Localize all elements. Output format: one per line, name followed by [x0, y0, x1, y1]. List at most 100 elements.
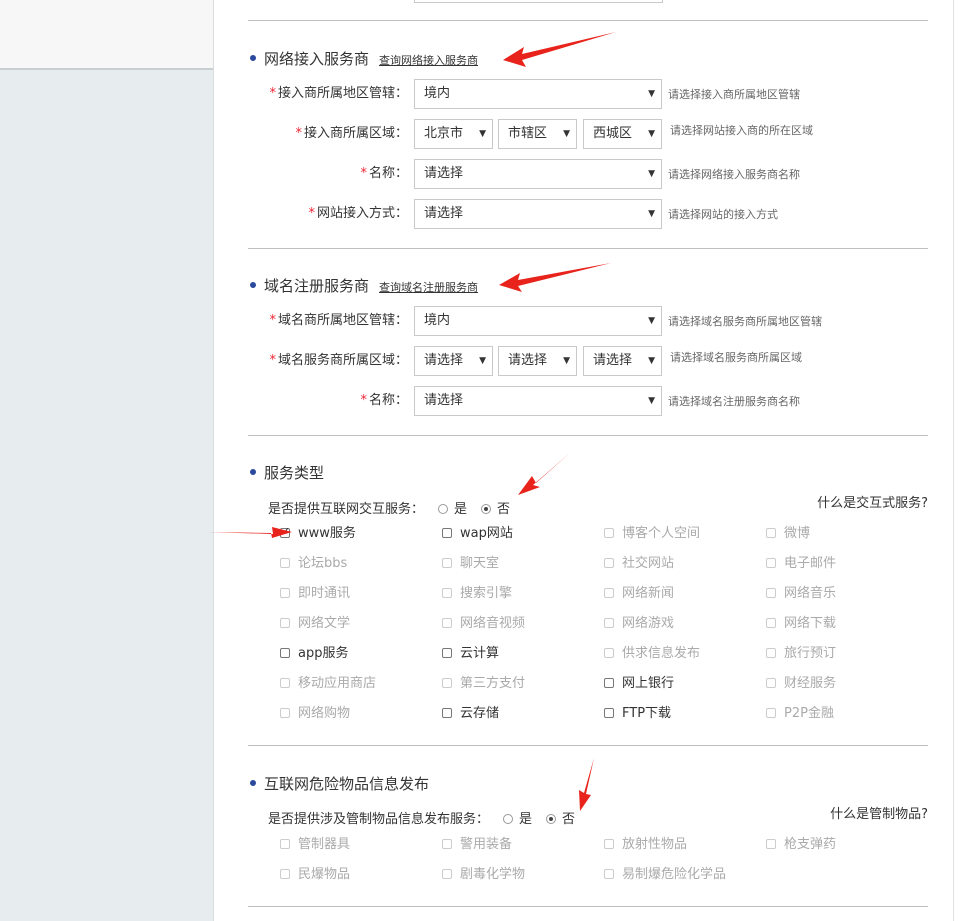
yes-radio[interactable] — [438, 503, 449, 514]
service-type-checkbox[interactable]: 云存储 — [442, 702, 499, 721]
service-type-checkbox[interactable]: www服务 — [280, 522, 356, 541]
what-is-controlled-link[interactable]: 什么是管制物品? — [830, 803, 928, 822]
checkbox-box — [766, 647, 776, 658]
checkbox-box — [280, 617, 290, 628]
isp-name-select[interactable]: 请选择 ▼ — [414, 159, 662, 189]
bullet-icon — [250, 468, 256, 475]
checkbox-label: P2P金融 — [784, 706, 834, 721]
service-type-checkbox[interactable]: wap网站 — [442, 522, 513, 541]
checkbox-box — [442, 587, 452, 598]
checkbox-label: 剧毒化学物 — [460, 867, 526, 882]
checkbox-box — [604, 677, 614, 688]
service-type-checkbox: 网络新闻 — [604, 582, 674, 601]
checkbox-box — [442, 647, 452, 658]
right-divider — [953, 0, 954, 921]
checkbox-label: 网络购物 — [298, 706, 351, 721]
checkbox-label: 微博 — [784, 526, 811, 541]
service-type-checkbox: 即时通讯 — [280, 582, 350, 601]
checkbox-label: wap网站 — [460, 526, 513, 541]
divider — [248, 435, 928, 436]
service-type-checkbox: 微博 — [766, 522, 810, 541]
query-isp-link[interactable]: 查询网络接入服务商 — [379, 54, 478, 67]
checkbox-label: 网上银行 — [622, 676, 675, 691]
domain-region-label: * 域名商所属地区管辖： — [269, 313, 408, 328]
yes-radio[interactable] — [503, 813, 514, 824]
isp-name-hint: 请选择网络接入服务商名称 — [668, 168, 800, 181]
no-radio[interactable] — [481, 503, 492, 514]
checkbox-box — [442, 617, 452, 628]
divider — [248, 20, 928, 21]
domain-region-select[interactable]: 境内 ▼ — [414, 306, 662, 336]
isp-province-select[interactable]: 北京市 ▼ — [414, 119, 493, 149]
checkbox-box — [766, 617, 776, 628]
domain-area-label: * 域名服务商所属区域： — [269, 353, 408, 368]
service-type-checkbox: 网络购物 — [280, 702, 350, 721]
service-type-checkbox: 博客个人空间 — [604, 522, 700, 541]
service-type-checkbox[interactable]: FTP下载 — [604, 702, 671, 721]
caret-down-icon: ▼ — [648, 209, 655, 219]
left-panel — [0, 70, 214, 921]
service-type-checkbox[interactable]: 云计算 — [442, 642, 499, 661]
arrow-icon — [503, 32, 616, 67]
arrow-icon — [499, 263, 611, 292]
service-type-checkbox: 电子邮件 — [766, 552, 836, 571]
checkbox-label: 枪支弹药 — [784, 837, 837, 852]
domain-city-select[interactable]: 请选择 ▼ — [498, 346, 577, 376]
checkbox-box — [604, 557, 614, 568]
service-type-checkbox: 网络文学 — [280, 612, 350, 631]
checkbox-box — [280, 677, 290, 688]
checkbox-label: 警用装备 — [460, 837, 513, 852]
bullet-icon — [250, 779, 256, 786]
controlled-items-question: 是否提供涉及管制物品信息发布服务：是否 — [268, 812, 576, 827]
isp-region-label: * 接入商所属地区管辖： — [269, 86, 408, 101]
danger-section-title: 互联网危险物品信息发布 — [250, 773, 429, 794]
isp-access-select[interactable]: 请选择 ▼ — [414, 199, 662, 229]
what-is-interactive-link[interactable]: 什么是交互式服务? — [817, 492, 928, 511]
checkbox-label: 第三方支付 — [460, 676, 526, 691]
no-radio[interactable] — [546, 813, 557, 824]
bullet-icon — [250, 281, 256, 288]
checkbox-label: app服务 — [298, 646, 349, 661]
caret-down-icon: ▼ — [648, 356, 655, 366]
left-panel-top — [0, 0, 214, 70]
isp-region-hint: 请选择接入商所属地区管辖 — [668, 88, 800, 101]
isp-district-select[interactable]: 西城区 ▼ — [583, 119, 662, 149]
checkbox-box — [442, 707, 452, 718]
isp-access-label: * 网站接入方式： — [308, 206, 408, 221]
checkbox-label: 管制器具 — [298, 837, 351, 852]
service-type-checkbox[interactable]: 网上银行 — [604, 672, 674, 691]
checkbox-label: 旅行预订 — [784, 646, 837, 661]
service-type-checkbox: 聊天室 — [442, 552, 499, 571]
checkbox-box — [766, 707, 776, 718]
divider — [248, 906, 928, 907]
checkbox-label: 电子邮件 — [784, 556, 837, 571]
checkbox-label: 网络游戏 — [622, 616, 675, 631]
service-type-checkbox: 移动应用商店 — [280, 672, 376, 691]
service-type-checkbox: 网络音乐 — [766, 582, 836, 601]
service-type-checkbox[interactable]: app服务 — [280, 642, 348, 661]
checkbox-label: 易制爆危险化学品 — [622, 867, 727, 882]
checkbox-box — [604, 647, 614, 658]
isp-region-select[interactable]: 境内 ▼ — [414, 79, 662, 109]
domain-province-select[interactable]: 请选择 ▼ — [414, 346, 493, 376]
isp-city-select[interactable]: 市辖区 ▼ — [498, 119, 577, 149]
controlled-item-checkbox: 剧毒化学物 — [442, 863, 525, 882]
controlled-item-checkbox: 易制爆危险化学品 — [604, 863, 726, 882]
isp-access-hint: 请选择网站的接入方式 — [668, 208, 778, 221]
checkbox-label: 民爆物品 — [298, 867, 351, 882]
service-type-checkbox: 社交网站 — [604, 552, 674, 571]
domain-name-select[interactable]: 请选择 ▼ — [414, 386, 662, 416]
caret-down-icon: ▼ — [648, 316, 655, 326]
checkbox-label: 云存储 — [460, 706, 500, 721]
isp-area-hint: 请选择网站接入商的所在区域 — [670, 124, 813, 137]
domain-area-hint: 请选择域名服务商所属区域 — [670, 351, 802, 364]
checkbox-label: 放射性物品 — [622, 837, 688, 852]
service-section-title: 服务类型 — [250, 462, 324, 483]
controlled-item-checkbox: 管制器具 — [280, 833, 350, 852]
domain-district-select[interactable]: 请选择 ▼ — [583, 346, 662, 376]
checkbox-label: 网络音乐 — [784, 586, 837, 601]
query-domain-link[interactable]: 查询域名注册服务商 — [379, 281, 478, 294]
checkbox-box — [442, 557, 452, 568]
checkbox-label: 即时通讯 — [298, 586, 351, 601]
checkbox-box — [442, 868, 452, 879]
